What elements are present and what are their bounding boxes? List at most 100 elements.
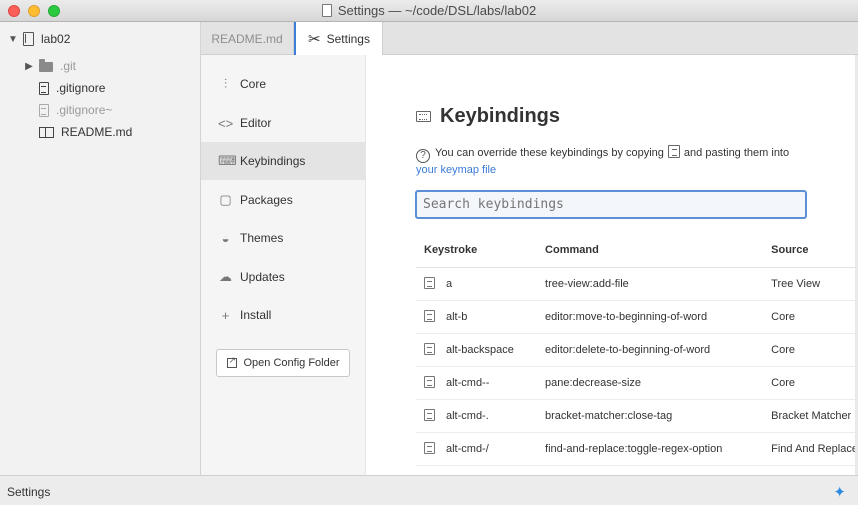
tree-root[interactable]: ▼ lab02 xyxy=(8,30,70,48)
tree-item-gitignore[interactable]: .gitignore xyxy=(39,79,105,97)
open-config-folder-button[interactable]: Open Config Folder xyxy=(216,349,350,377)
hint-text-after: and pasting them into xyxy=(683,147,790,159)
tree-item-git[interactable]: ▶ .git xyxy=(24,57,76,75)
keystroke-cell: alt-b xyxy=(416,300,538,334)
source-cell: Bracket Matcher xyxy=(763,399,858,433)
table-row: alt-cmd-/ find-and-replace:toggle-regex-… xyxy=(416,432,858,466)
menu-item-label: Install xyxy=(240,308,272,322)
column-header-keystroke[interactable]: Keystroke xyxy=(416,233,538,268)
settings-panel: Keybindings ? You can override these keyb… xyxy=(366,55,858,475)
tree-root-label: lab02 xyxy=(41,32,71,46)
keystroke-text: alt-cmd-/ xyxy=(446,443,489,455)
menu-item-keybindings[interactable]: ⌨ Keybindings xyxy=(201,142,366,180)
menu-item-editor[interactable]: <> Editor xyxy=(201,104,366,142)
squirrel-icon[interactable]: ✦ xyxy=(833,483,846,501)
clippy-icon[interactable] xyxy=(424,409,435,421)
clippy-icon xyxy=(667,145,680,158)
page-title-text: Keybindings xyxy=(440,105,561,127)
tab-settings[interactable]: ✂ Settings xyxy=(294,22,383,56)
keystroke-text: alt-backspace xyxy=(446,344,514,356)
keystroke-text: alt-b xyxy=(446,311,468,323)
settings-menu: ⫶ Core <> Editor ⌨ Keybindings ▢ Package… xyxy=(201,55,366,475)
menu-item-label: Themes xyxy=(240,231,284,245)
tools-icon: ✂ xyxy=(308,31,321,48)
source-cell: Tree View xyxy=(763,267,858,301)
link-external-icon xyxy=(226,355,237,368)
tree-view: ▼ lab02 ▶ .git .gitignore .gitignore~ RE… xyxy=(0,22,201,475)
command-cell: editor:delete-to-beginning-of-word xyxy=(537,333,764,367)
keystroke-cell: alt-cmd-/ xyxy=(416,432,538,466)
command-cell: pane:decrease-size xyxy=(537,366,764,400)
menu-item-label: Keybindings xyxy=(240,154,306,168)
source-cell: Core xyxy=(763,333,858,367)
menu-item-label: Packages xyxy=(240,193,293,207)
tree-item-readme[interactable]: README.md xyxy=(39,123,132,141)
keyboard-icon: ⌨ xyxy=(218,153,237,168)
chevron-down-icon[interactable]: ▼ xyxy=(8,34,18,45)
menu-item-updates[interactable]: ☁ Updates xyxy=(201,258,366,296)
keystroke-text: a xyxy=(446,278,453,290)
file-text-icon xyxy=(39,81,49,95)
keystroke-cell: alt-backspace xyxy=(416,333,538,367)
menu-item-label: Updates xyxy=(240,270,285,284)
keystroke-text: alt-cmd-- xyxy=(446,377,490,389)
column-header-source[interactable]: Source xyxy=(763,233,858,268)
clippy-icon[interactable] xyxy=(424,376,435,388)
keystroke-cell: alt-cmd-- xyxy=(416,366,538,400)
menu-item-label: Editor xyxy=(240,116,272,130)
keystroke-cell: a xyxy=(416,267,538,301)
menu-item-install[interactable]: + Install xyxy=(201,296,366,334)
table-row: a tree-view:add-file Tree View xyxy=(416,267,858,301)
command-cell: bracket-matcher:close-tag xyxy=(537,399,764,433)
keystroke-cell: alt-cmd-. xyxy=(416,399,538,433)
source-cell: Core xyxy=(763,366,858,400)
table-row: alt-cmd-- pane:decrease-size Core xyxy=(416,366,858,400)
chevron-right-icon[interactable]: ▶ xyxy=(24,61,34,72)
table-header-row: Keystroke Command Source xyxy=(416,233,858,268)
sliders-icon: ⫶ xyxy=(223,76,228,91)
menu-item-core[interactable]: ⫶ Core xyxy=(201,65,366,103)
book-icon xyxy=(39,126,54,138)
clippy-icon[interactable] xyxy=(424,277,435,289)
table-row: alt-b editor:move-to-beginning-of-word C… xyxy=(416,300,858,334)
file-text-icon xyxy=(39,103,49,117)
tab-label: README.md xyxy=(211,31,283,46)
search-keybindings-input[interactable] xyxy=(415,190,807,219)
document-icon xyxy=(321,4,332,17)
menu-item-label: Core xyxy=(240,77,267,91)
tab-bar: README.md ✂ Settings xyxy=(201,22,858,56)
tree-item-label: .gitignore xyxy=(56,81,106,95)
page-title: Keybindings xyxy=(416,105,560,128)
menu-item-packages[interactable]: ▢ Packages xyxy=(201,181,366,219)
repo-icon xyxy=(23,32,34,46)
package-icon: ▢ xyxy=(219,192,232,207)
keymap-hint: ? You can override these keybindings by c… xyxy=(416,145,836,178)
table-row: alt-backspace editor:delete-to-beginning… xyxy=(416,333,858,367)
source-cell: Core xyxy=(763,300,858,334)
cloud-download-icon: ☁ xyxy=(219,269,232,284)
keystroke-text: alt-cmd-. xyxy=(446,410,489,422)
window-title: Settings — ~/code/DSL/labs/lab02 xyxy=(0,3,858,18)
clippy-icon[interactable] xyxy=(424,310,435,322)
window-title-text: Settings — ~/code/DSL/labs/lab02 xyxy=(337,3,537,18)
title-bar: Settings — ~/code/DSL/labs/lab02 xyxy=(0,0,858,22)
column-header-command[interactable]: Command xyxy=(537,233,764,268)
open-config-folder-label: Open Config Folder xyxy=(243,357,340,369)
status-bar: Settings ✦ xyxy=(0,475,858,505)
tree-item-label: README.md xyxy=(61,125,133,139)
code-icon: <> xyxy=(218,115,234,131)
status-text: Settings xyxy=(7,485,51,499)
clippy-icon[interactable] xyxy=(424,442,435,454)
tree-item-gitignore-backup[interactable]: .gitignore~ xyxy=(39,101,112,119)
keymap-file-link[interactable]: your keymap file xyxy=(416,164,496,176)
keybindings-table: Keystroke Command Source a tree-view:add… xyxy=(416,233,858,466)
plus-icon: + xyxy=(221,307,230,323)
command-cell: find-and-replace:toggle-regex-option xyxy=(537,432,764,466)
paintcan-icon: ◒ xyxy=(221,230,230,246)
menu-item-themes[interactable]: ◒ Themes xyxy=(201,219,366,257)
table-row: alt-cmd-. bracket-matcher:close-tag Brac… xyxy=(416,399,858,433)
tab-readme[interactable]: README.md xyxy=(201,22,294,55)
folder-icon xyxy=(39,59,53,72)
clippy-icon[interactable] xyxy=(424,343,435,355)
command-cell: tree-view:add-file xyxy=(537,267,764,301)
